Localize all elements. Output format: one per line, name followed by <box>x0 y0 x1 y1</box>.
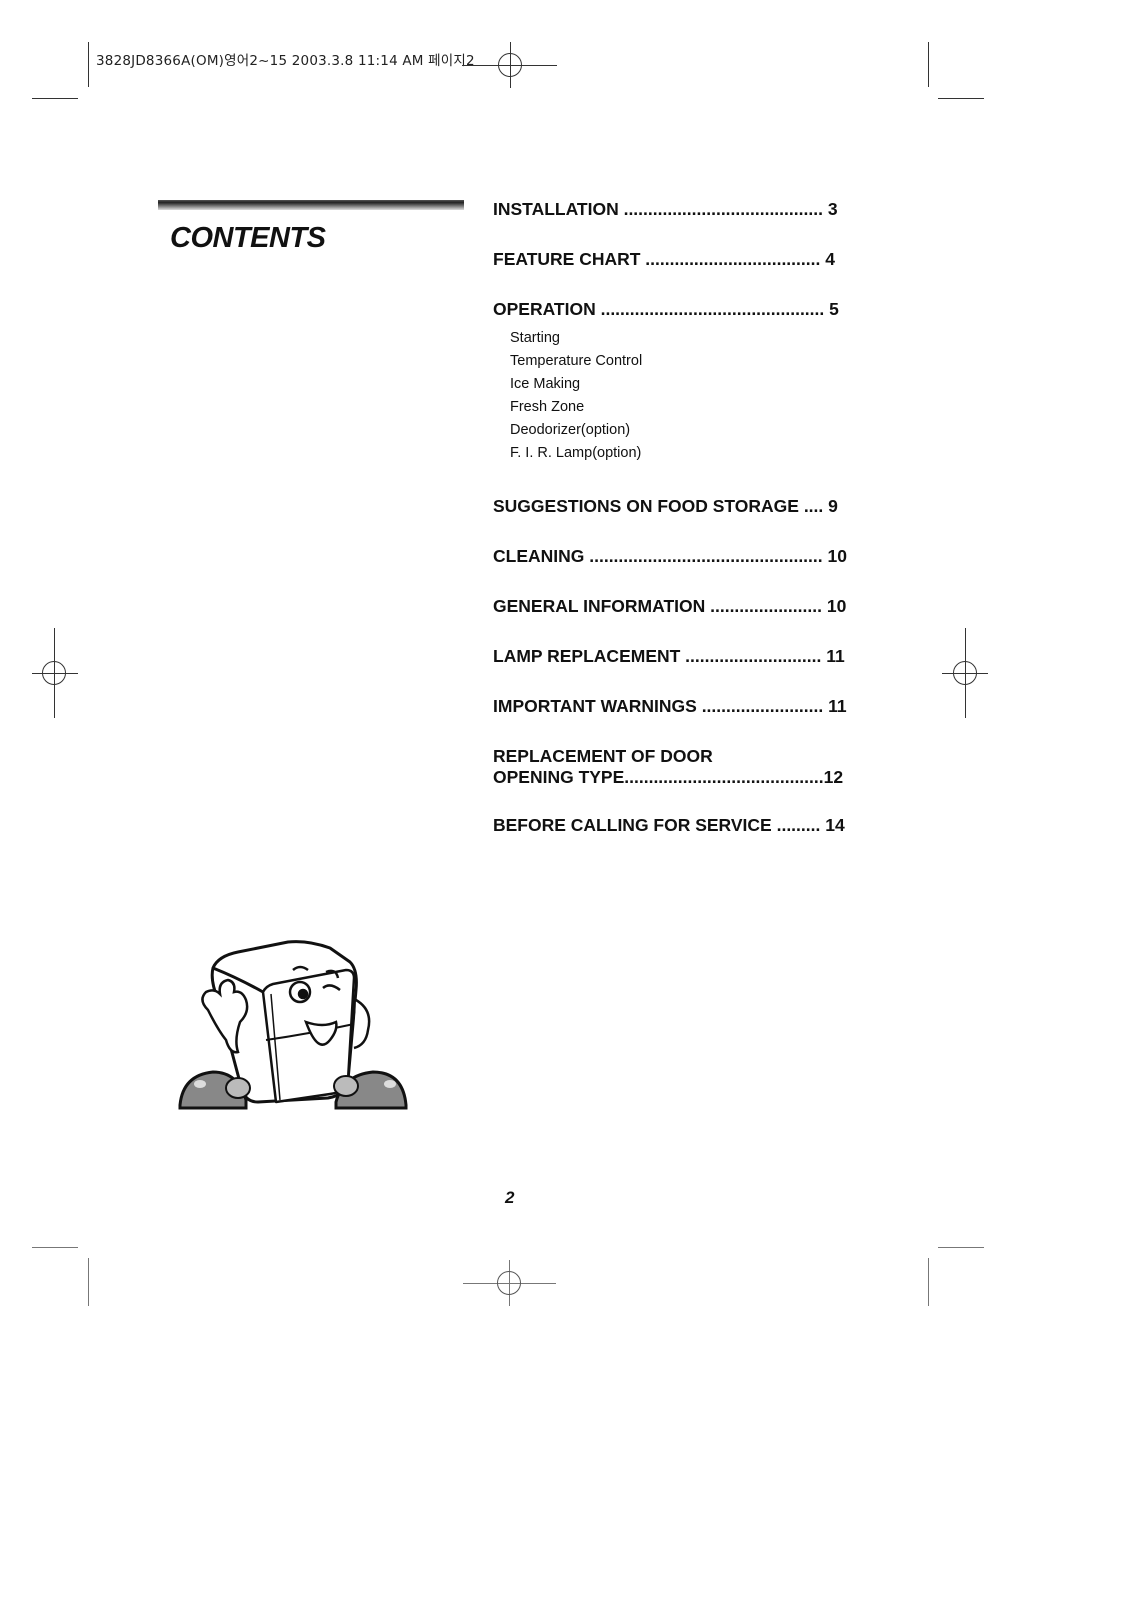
toc-entry-label: CLEANING ...............................… <box>493 546 823 566</box>
toc-entry-page: 14 <box>825 815 845 835</box>
toc-entry-label: GENERAL INFORMATION ....................… <box>493 596 822 616</box>
crop-mark-top-right-h <box>938 98 984 99</box>
toc-entry-page: 9 <box>828 496 838 516</box>
toc-entry-page: 5 <box>829 299 839 319</box>
toc-entry-installation[interactable]: INSTALLATION ...........................… <box>493 199 853 220</box>
title-rule <box>158 200 464 210</box>
toc-entry-operation[interactable]: OPERATION ..............................… <box>493 299 853 320</box>
crop-mark-bottom-right-v <box>928 1258 929 1306</box>
crop-mark-top-right-v <box>928 42 929 87</box>
toc-entry-door-replacement[interactable]: REPLACEMENT OF DOOR OPENING TYPE........… <box>493 746 853 788</box>
toc-entry-page: 10 <box>827 546 847 566</box>
toc-entry-label: LAMP REPLACEMENT .......................… <box>493 646 822 666</box>
toc-entry-label: SUGGESTIONS ON FOOD STORAGE .... <box>493 496 824 516</box>
toc-entry-label-line1: REPLACEMENT OF DOOR <box>493 746 713 766</box>
toc-entry-page: 11 <box>828 696 847 716</box>
crop-mark-bottom-left-v <box>88 1258 89 1306</box>
crop-mark-bottom-right-h <box>938 1247 984 1248</box>
toc-subitem-temperature-control[interactable]: Temperature Control <box>510 353 642 369</box>
toc-entry-page: 12 <box>823 767 844 787</box>
toc-subitem-fir-lamp[interactable]: F. I. R. Lamp(option) <box>510 445 641 461</box>
toc-entry-label: INSTALLATION ...........................… <box>493 199 823 219</box>
toc-subitem-deodorizer[interactable]: Deodorizer(option) <box>510 422 630 438</box>
toc-entry-feature-chart[interactable]: FEATURE CHART ..........................… <box>493 249 853 270</box>
toc-entry-label: FEATURE CHART ..........................… <box>493 249 821 269</box>
toc-entry-cleaning[interactable]: CLEANING ...............................… <box>493 546 853 567</box>
toc-entry-general-information[interactable]: GENERAL INFORMATION ....................… <box>493 596 853 617</box>
crop-mark-top-left-h <box>32 98 78 99</box>
toc-entry-lamp-replacement[interactable]: LAMP REPLACEMENT .......................… <box>493 646 853 667</box>
toc-entry-page: 11 <box>826 646 845 666</box>
toc-subitem-fresh-zone[interactable]: Fresh Zone <box>510 399 584 415</box>
registration-mark-right-circle <box>953 661 977 685</box>
toc-entry-important-warnings[interactable]: IMPORTANT WARNINGS .....................… <box>493 696 853 717</box>
toc-entry-label: OPERATION ..............................… <box>493 299 825 319</box>
toc-entry-label: OPENING TYPE............................… <box>493 767 824 787</box>
crop-mark-top-left-v <box>88 42 89 87</box>
page-title: CONTENTS <box>170 222 326 254</box>
toc-entry-label: IMPORTANT WARNINGS .....................… <box>493 696 824 716</box>
registration-mark-top-circle <box>498 53 522 77</box>
toc-entry-page: 3 <box>827 199 838 219</box>
toc-subitem-starting[interactable]: Starting <box>510 330 560 346</box>
page-number: 2 <box>505 1188 515 1207</box>
print-slug: 3828JD8366A(OM)영어2~15 2003.3.8 11:14 AM … <box>96 53 475 69</box>
refrigerator-mascot-illustration <box>178 940 408 1110</box>
toc-entry-page: 10 <box>826 596 847 616</box>
toc-entry-page: 4 <box>825 249 835 269</box>
toc-subitem-ice-making[interactable]: Ice Making <box>510 376 580 392</box>
toc-entry-before-calling-service[interactable]: BEFORE CALLING FOR SERVICE ......... 14 <box>493 815 853 836</box>
crop-mark-bottom-left-h <box>32 1247 78 1248</box>
toc-entry-label: BEFORE CALLING FOR SERVICE ......... <box>493 815 821 835</box>
registration-mark-bottom-circle <box>497 1271 521 1295</box>
registration-mark-left-circle <box>42 661 66 685</box>
toc-entry-food-storage[interactable]: SUGGESTIONS ON FOOD STORAGE .... 9 <box>493 496 853 517</box>
